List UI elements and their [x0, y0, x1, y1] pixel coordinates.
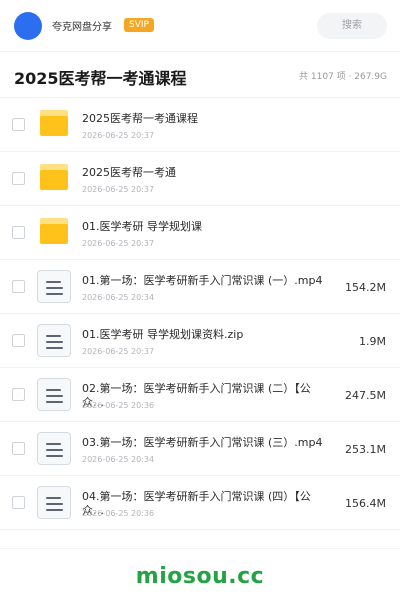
file-size: 253.1M	[345, 443, 386, 456]
svip-badge: SVIP	[124, 18, 154, 32]
folder-row[interactable]: 2025医考帮一考通 2026-06-25 20:37	[0, 152, 400, 206]
file-row[interactable]: 04.第一场：医学考研新手入门常识课 (四）【公众… 2026-06-25 20:…	[0, 476, 400, 530]
footer: miosou.cc	[0, 548, 400, 600]
file-name: 2025医考帮一考通	[82, 166, 176, 179]
row-checkbox[interactable]	[12, 280, 25, 293]
file-date: 2026-06-25 20:36	[82, 509, 155, 518]
file-row[interactable]: 03.第一场：医学考研新手入门常识课 (三）.mp4 2026-06-25 20:…	[0, 422, 400, 476]
file-name: 01.第一场：医学考研新手入门常识课 (一）.mp4	[82, 274, 323, 287]
page-header: 2025医考帮一考通课程 共 1107 项 · 267.9G	[0, 52, 400, 98]
file-date: 2026-06-25 20:37	[82, 131, 155, 140]
watermark: miosou.cc	[135, 564, 265, 589]
file-name: 01.医学考研 导学规划课资料.zip	[82, 328, 244, 341]
document-icon	[37, 270, 71, 303]
row-checkbox[interactable]	[12, 172, 25, 185]
page-title: 2025医考帮一考通课程	[14, 69, 187, 88]
search-box[interactable]: 搜索	[317, 13, 387, 39]
document-icon	[37, 432, 71, 465]
row-checkbox[interactable]	[12, 496, 25, 509]
search-label: 搜索	[342, 20, 362, 31]
row-checkbox[interactable]	[12, 226, 25, 239]
document-icon	[37, 486, 71, 519]
folder-icon	[40, 218, 68, 244]
row-checkbox[interactable]	[12, 442, 25, 455]
item-count: 共 1107 项 · 267.9G	[299, 72, 387, 82]
file-row[interactable]: 01.第一场：医学考研新手入门常识课 (一）.mp4 2026-06-25 20:…	[0, 260, 400, 314]
file-size: 154.2M	[345, 281, 386, 294]
file-date: 2026-06-25 20:34	[82, 293, 155, 302]
file-date: 2026-06-25 20:37	[82, 347, 155, 356]
file-date: 2026-06-25 20:37	[82, 239, 155, 248]
folder-icon	[40, 110, 68, 136]
file-date: 2026-06-25 20:36	[82, 401, 155, 410]
row-checkbox[interactable]	[12, 388, 25, 401]
document-icon	[37, 324, 71, 357]
file-size: 1.9M	[359, 335, 386, 348]
file-name: 2025医考帮一考通课程	[82, 112, 198, 125]
folder-icon	[40, 164, 68, 190]
sharer-name: 夸克网盘分享	[52, 22, 112, 33]
file-size: 156.4M	[345, 497, 386, 510]
row-checkbox[interactable]	[12, 118, 25, 131]
file-row[interactable]: 01.医学考研 导学规划课资料.zip 2026-06-25 20:37 1.9M	[0, 314, 400, 368]
row-checkbox[interactable]	[12, 334, 25, 347]
file-size: 247.5M	[345, 389, 386, 402]
file-date: 2026-06-25 20:34	[82, 455, 155, 464]
folder-row[interactable]: 2025医考帮一考通课程 2026-06-25 20:37	[0, 98, 400, 152]
top-bar: 夸克网盘分享 SVIP 搜索	[0, 0, 400, 52]
avatar[interactable]	[14, 12, 42, 40]
file-name: 01.医学考研 导学规划课	[82, 220, 202, 233]
file-date: 2026-06-25 20:37	[82, 185, 155, 194]
file-row[interactable]: 02.第一场：医学考研新手入门常识课 (二）【公众… 2026-06-25 20:…	[0, 368, 400, 422]
document-icon	[37, 378, 71, 411]
file-name: 03.第一场：医学考研新手入门常识课 (三）.mp4	[82, 436, 323, 449]
folder-row[interactable]: 01.医学考研 导学规划课 2026-06-25 20:37	[0, 206, 400, 260]
